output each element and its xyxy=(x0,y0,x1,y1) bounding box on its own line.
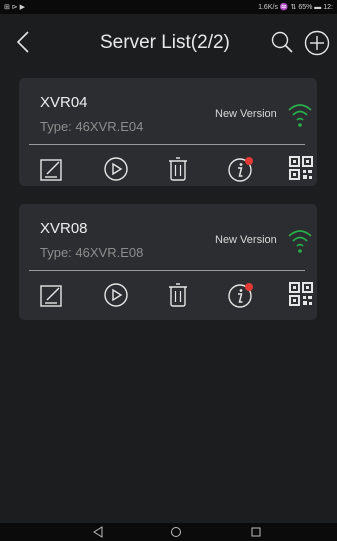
edit-button[interactable] xyxy=(39,282,65,308)
trash-icon xyxy=(169,283,187,307)
status-info-right: 1.6K/s ♒ ⇅ 65% ▬ 12: xyxy=(258,4,333,11)
plus-circle-icon xyxy=(304,30,330,56)
back-button[interactable] xyxy=(12,30,34,54)
qr-code-icon xyxy=(289,282,313,306)
search-button[interactable] xyxy=(270,30,294,54)
server-card[interactable]: XVR04 Type: 46XVR.E04 New Version xyxy=(19,78,317,186)
circle-home-icon[interactable] xyxy=(170,526,182,538)
status-bar: ⊞ ⊳ ▶ 1.6K/s ♒ ⇅ 65% ▬ 12: xyxy=(0,0,337,14)
add-server-button[interactable] xyxy=(304,30,330,56)
new-version-label[interactable]: New Version xyxy=(215,234,277,246)
system-navigation-bar xyxy=(0,523,337,541)
qr-code-icon xyxy=(289,156,313,180)
play-icon xyxy=(104,283,128,307)
trash-icon xyxy=(169,157,187,181)
server-type: Type: 46XVR.E04 xyxy=(40,119,144,134)
card-actions xyxy=(19,148,317,186)
info-icon xyxy=(228,283,253,308)
status-icons-left: ⊞ ⊳ ▶ xyxy=(4,4,26,11)
triangle-back-icon[interactable] xyxy=(92,526,104,538)
chevron-left-icon xyxy=(16,31,29,53)
play-button[interactable] xyxy=(103,156,129,182)
info-button[interactable] xyxy=(227,156,253,182)
edit-icon xyxy=(40,159,62,181)
info-button[interactable] xyxy=(227,282,253,308)
wifi-icon xyxy=(288,104,312,127)
new-version-label[interactable]: New Version xyxy=(215,108,277,120)
info-icon xyxy=(228,157,253,182)
edit-button[interactable] xyxy=(39,156,65,182)
server-name: XVR08 xyxy=(40,220,88,237)
qr-code-button[interactable] xyxy=(289,156,315,182)
search-icon xyxy=(271,31,293,53)
page-title: Server List(2/2) xyxy=(100,32,230,53)
server-name: XVR04 xyxy=(40,94,88,111)
server-type: Type: 46XVR.E08 xyxy=(40,245,144,260)
square-recent-icon[interactable] xyxy=(250,526,262,538)
top-bar: Server List(2/2) xyxy=(0,14,337,70)
card-divider xyxy=(29,270,305,271)
wifi-icon xyxy=(288,230,312,253)
qr-code-button[interactable] xyxy=(289,282,315,308)
edit-icon xyxy=(40,285,62,307)
play-icon xyxy=(104,157,128,181)
card-actions xyxy=(19,274,317,312)
card-divider xyxy=(29,144,305,145)
delete-button[interactable] xyxy=(165,282,191,308)
delete-button[interactable] xyxy=(165,156,191,182)
play-button[interactable] xyxy=(103,282,129,308)
server-card[interactable]: XVR08 Type: 46XVR.E08 New Version xyxy=(19,204,317,320)
